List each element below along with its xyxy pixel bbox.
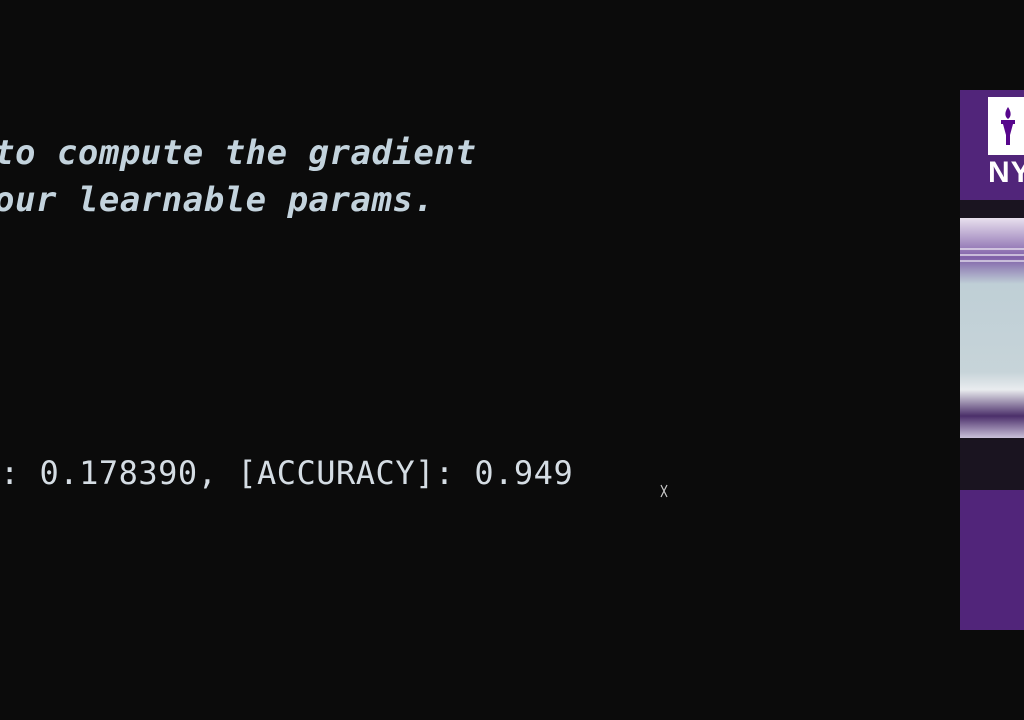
- presenter-video-thumbnail: NY: [960, 90, 1024, 630]
- code-comment-line-2: our learnable params.: [0, 180, 435, 220]
- training-output-line: : 0.178390, [ACCURACY]: 0.949: [0, 454, 574, 492]
- logo-text: NY: [988, 156, 1024, 189]
- projected-slide: [960, 218, 1024, 438]
- code-comment-line-1: to compute the gradient: [0, 133, 477, 173]
- thumbnail-footer: [960, 520, 1024, 630]
- presenter-scene: [960, 200, 1024, 490]
- text-cursor-icon: [660, 484, 668, 498]
- torch-icon: [1001, 107, 1015, 145]
- video-frame: to compute the gradient our learnable pa…: [0, 0, 1024, 720]
- university-logo: [988, 97, 1024, 155]
